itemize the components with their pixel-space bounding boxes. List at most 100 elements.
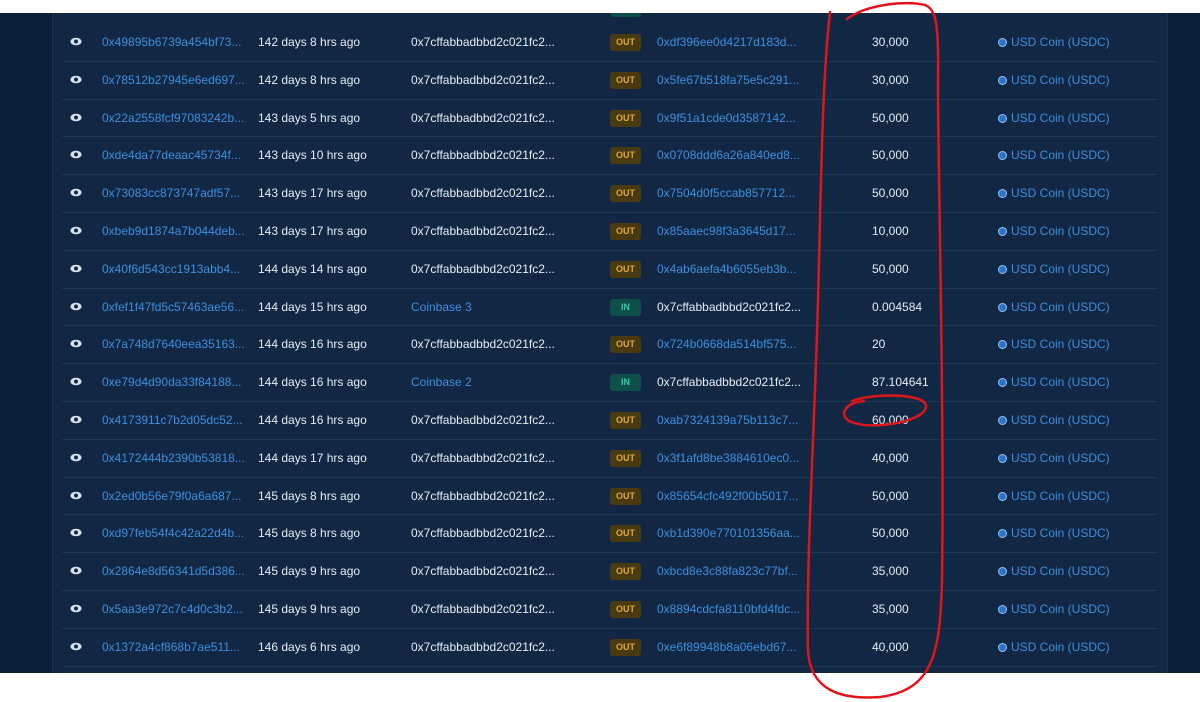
eye-icon[interactable]	[70, 553, 84, 590]
token-name[interactable]: USD Coin (USDC)	[1011, 564, 1110, 578]
token-link[interactable]: USD Coin (USDC)	[998, 553, 1148, 590]
to-address[interactable]: 0xbcd8e3c88fa823c77bf...	[657, 553, 807, 590]
eye-icon[interactable]	[70, 24, 84, 61]
direction-badge: OUT	[610, 71, 641, 89]
token-name[interactable]: USD Coin (USDC)	[1011, 489, 1110, 503]
token-name[interactable]: USD Coin (USDC)	[1011, 337, 1110, 351]
to-address[interactable]: 0x724b0668da514bf575...	[657, 326, 807, 363]
token-link[interactable]: USD Coin (USDC)	[998, 213, 1148, 250]
tx-hash-link[interactable]: 0xde4da77deaac45734f...	[102, 137, 244, 174]
token-name[interactable]: USD Coin (USDC)	[1011, 526, 1110, 540]
eye-icon[interactable]	[70, 629, 84, 666]
token-link[interactable]: USD Coin (USDC)	[998, 402, 1148, 439]
eye-icon[interactable]	[70, 667, 84, 673]
table-row: 0xde4da77deaac45734f... 143 days 10 hrs a…	[62, 137, 1157, 176]
tx-hash-link[interactable]: 0x49895b6739a454bf73...	[102, 24, 244, 61]
tx-hash-link[interactable]: 0x22a2558fcf97083242b...	[102, 100, 244, 137]
token-link[interactable]: USD Coin (USDC)	[998, 24, 1148, 61]
tx-hash-link[interactable]: 0x5aa3e972c7c4d0c3b2...	[102, 591, 244, 628]
tx-hash-link[interactable]: 0x1372a4cf868b7ae511...	[102, 629, 244, 666]
eye-icon[interactable]	[70, 175, 84, 212]
from-address[interactable]: Coinbase 3	[411, 289, 561, 326]
eye-icon[interactable]	[70, 62, 84, 99]
token-link[interactable]: USD Coin (USDC)	[998, 100, 1148, 137]
tx-hash-link[interactable]: 0xd97feb54f4c42a22d4b...	[102, 515, 244, 552]
token-name[interactable]: USD Coin (USDC)	[1011, 640, 1110, 654]
tx-hash-link[interactable]: 0x78512b27945e6ed697...	[102, 62, 244, 99]
to-address[interactable]: 0x9f51a1cde0d3587142...	[657, 100, 807, 137]
to-address[interactable]: 0x85aaec98f3a3645d17...	[657, 213, 807, 250]
eye-icon[interactable]	[70, 137, 84, 174]
to-address[interactable]: 0xb1d390e770101356aa...	[657, 515, 807, 552]
token-name[interactable]: USD Coin (USDC)	[1011, 300, 1110, 314]
token-name[interactable]: USD Coin (USDC)	[1011, 602, 1110, 616]
token-link[interactable]: USD Coin (USDC)	[998, 440, 1148, 477]
from-address: 0x7cffabbadbbd2c021fc2...	[411, 337, 555, 352]
tx-age: 144 days 17 hrs ago	[258, 450, 367, 465]
token-link[interactable]: USD Coin (USDC)	[998, 591, 1148, 628]
to-address[interactable]: 0x3d1b55713d8026bb30...	[657, 667, 807, 673]
eye-icon[interactable]	[70, 251, 84, 288]
eye-icon[interactable]	[70, 100, 84, 137]
token-link[interactable]: USD Coin (USDC)	[998, 326, 1148, 363]
tx-hash-link[interactable]: 0x8d7a5c2f870624a7b8...	[102, 667, 244, 673]
tx-hash-link[interactable]: 0xe79d4d90da33f84188...	[102, 364, 244, 401]
eye-icon[interactable]	[70, 213, 84, 250]
to-address[interactable]: 0x85654cfc492f00b5017...	[657, 478, 807, 515]
tx-age: 146 days 6 hrs ago	[258, 667, 398, 673]
tx-hash-link[interactable]: 0xfef1f47fd5c57463ae56...	[102, 289, 244, 326]
eye-icon[interactable]	[70, 289, 84, 326]
tx-age: 146 days 6 hrs ago	[258, 639, 361, 654]
eye-icon[interactable]	[70, 478, 84, 515]
token-link[interactable]: USD Coin (USDC)	[998, 478, 1148, 515]
token-name[interactable]: USD Coin (USDC)	[1011, 186, 1110, 200]
token-link[interactable]: USD Coin (USDC)	[998, 251, 1148, 288]
eye-icon[interactable]	[70, 591, 84, 628]
to-address[interactable]: 0xdf396ee0d4217d183d...	[657, 24, 807, 61]
tx-hash-link[interactable]: 0x2ed0b56e79f0a6a687...	[102, 478, 244, 515]
to-address[interactable]: 0xe6f89948b8a06ebd67...	[657, 629, 807, 666]
table-row: 0x5aa3e972c7c4d0c3b2... 145 days 9 hrs ag…	[62, 591, 1157, 629]
tx-age: 145 days 8 hrs ago	[258, 488, 361, 503]
to-address[interactable]: 0x7504d0f5ccab857712...	[657, 175, 807, 212]
to-address[interactable]: 0x0708ddd6a26a840ed8...	[657, 137, 807, 174]
to-address[interactable]: 0xab7324139a75b113c7...	[657, 402, 807, 439]
tx-hash-link[interactable]: 0x4172444b2390b53818...	[102, 440, 244, 477]
tx-hash-link[interactable]: 0x7a748d7640eea35163...	[102, 326, 244, 363]
to-address[interactable]: 0x5fe67b518fa75e5c291...	[657, 62, 807, 99]
token-link[interactable]: USD Coin (USDC)	[998, 364, 1148, 401]
usdc-token-icon	[998, 491, 1007, 501]
from-address[interactable]: Coinbase 2	[411, 364, 561, 401]
token-name[interactable]: USD Coin (USDC)	[1011, 35, 1110, 49]
token-link[interactable]: USD Coin (USDC)	[998, 62, 1148, 99]
token-link[interactable]: USD Coin (USDC)	[998, 515, 1148, 552]
token-name[interactable]: USD Coin (USDC)	[1011, 73, 1110, 87]
token-link[interactable]: USD Coin (USDC)	[998, 667, 1148, 673]
to-address[interactable]: 0x3f1afd8be3884610ec0...	[657, 440, 807, 477]
tx-hash-link[interactable]: 0x2864e8d56341d5d386...	[102, 553, 244, 590]
token-name[interactable]: USD Coin (USDC)	[1011, 224, 1110, 238]
tx-hash-link[interactable]: 0x73083cc873747adf57...	[102, 175, 244, 212]
eye-icon[interactable]	[70, 326, 84, 363]
usdc-token-icon	[998, 529, 1007, 539]
token-name[interactable]: USD Coin (USDC)	[1011, 148, 1110, 162]
token-link[interactable]: USD Coin (USDC)	[998, 137, 1148, 174]
to-address[interactable]: 0x4ab6aefa4b6055eb3b...	[657, 251, 807, 288]
token-name[interactable]: USD Coin (USDC)	[1011, 413, 1110, 427]
eye-icon[interactable]	[70, 515, 84, 552]
to-address[interactable]: 0x8894cdcfa8110bfd4fdc...	[657, 591, 807, 628]
eye-icon[interactable]	[70, 364, 84, 401]
token-name[interactable]: USD Coin (USDC)	[1011, 451, 1110, 465]
direction-badge: OUT	[610, 638, 641, 656]
token-link[interactable]: USD Coin (USDC)	[998, 289, 1148, 326]
token-link[interactable]: USD Coin (USDC)	[998, 175, 1148, 212]
token-name[interactable]: USD Coin (USDC)	[1011, 375, 1110, 389]
tx-hash-link[interactable]: 0xbeb9d1874a7b044deb...	[102, 213, 244, 250]
tx-hash-link[interactable]: 0x40f6d543cc1913abb4...	[102, 251, 244, 288]
eye-icon[interactable]	[70, 402, 84, 439]
eye-icon[interactable]	[70, 440, 84, 477]
token-name[interactable]: USD Coin (USDC)	[1011, 111, 1110, 125]
token-name[interactable]: USD Coin (USDC)	[1011, 262, 1110, 276]
tx-hash-link[interactable]: 0x4173911c7b2d05dc52...	[102, 402, 244, 439]
token-link[interactable]: USD Coin (USDC)	[998, 629, 1148, 666]
